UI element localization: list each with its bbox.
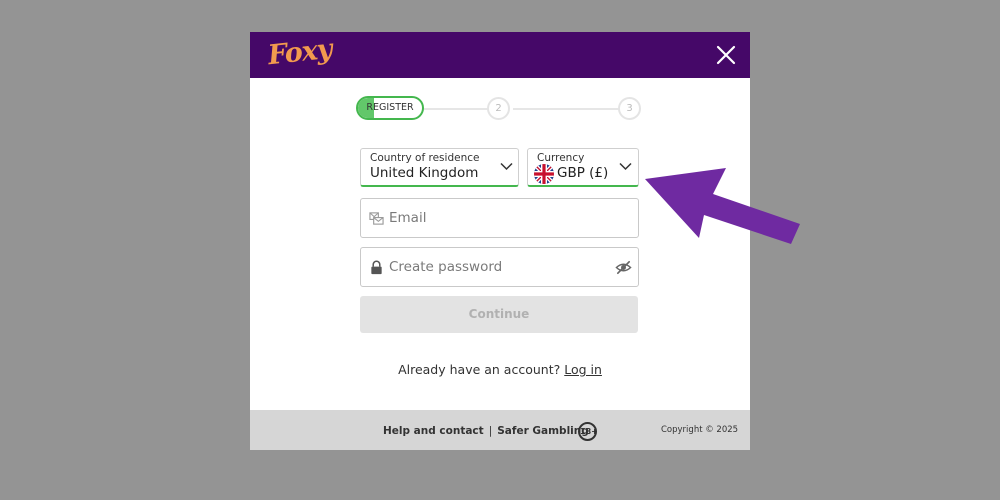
annotation-arrow-icon	[645, 168, 800, 244]
login-prompt-text: Already have an account?	[398, 362, 561, 377]
currency-value: GBP (£)	[557, 165, 609, 181]
continue-button[interactable]: Continue	[360, 296, 638, 333]
currency-label: Currency	[537, 152, 585, 164]
login-link[interactable]: Log in	[564, 362, 602, 377]
footer-links: Help and contact | Safer Gambling	[383, 425, 589, 437]
email-icon	[369, 212, 384, 225]
uk-flag-icon	[534, 164, 554, 184]
country-select[interactable]: Country of residence United Kingdom	[360, 148, 519, 187]
safer-gambling-link[interactable]: Safer Gambling	[497, 425, 589, 437]
step-register-label: REGISTER	[366, 102, 414, 113]
password-field	[360, 247, 639, 287]
email-field	[360, 198, 639, 238]
footer-separator: |	[488, 425, 493, 437]
step-register: REGISTER	[356, 96, 424, 120]
step-connector	[422, 108, 490, 110]
chevron-down-icon	[500, 162, 513, 171]
step-connector	[513, 108, 621, 110]
modal-footer: Help and contact | Safer Gambling 18+ Copy…	[250, 410, 750, 450]
modal-header: Foxy	[250, 32, 750, 78]
eye-off-icon[interactable]	[615, 259, 632, 276]
email-input[interactable]	[389, 205, 609, 231]
foxy-logo: Foxy	[266, 33, 333, 72]
chevron-down-icon	[619, 162, 632, 171]
login-prompt: Already have an account? Log in	[250, 362, 750, 377]
currency-select[interactable]: Currency GBP (£)	[527, 148, 639, 187]
close-icon	[716, 45, 736, 65]
close-button[interactable]	[714, 43, 738, 67]
registration-stepper: REGISTER 2 3	[356, 96, 644, 122]
country-value: United Kingdom	[370, 165, 479, 181]
age-restriction-badge: 18+	[578, 422, 598, 441]
step-3: 3	[618, 97, 641, 120]
step-2: 2	[487, 97, 510, 120]
help-contact-link[interactable]: Help and contact	[383, 425, 484, 437]
country-label: Country of residence	[370, 152, 480, 164]
password-input[interactable]	[389, 254, 609, 280]
copyright-text: Copyright © 2025	[661, 425, 739, 435]
lock-icon	[371, 260, 382, 275]
